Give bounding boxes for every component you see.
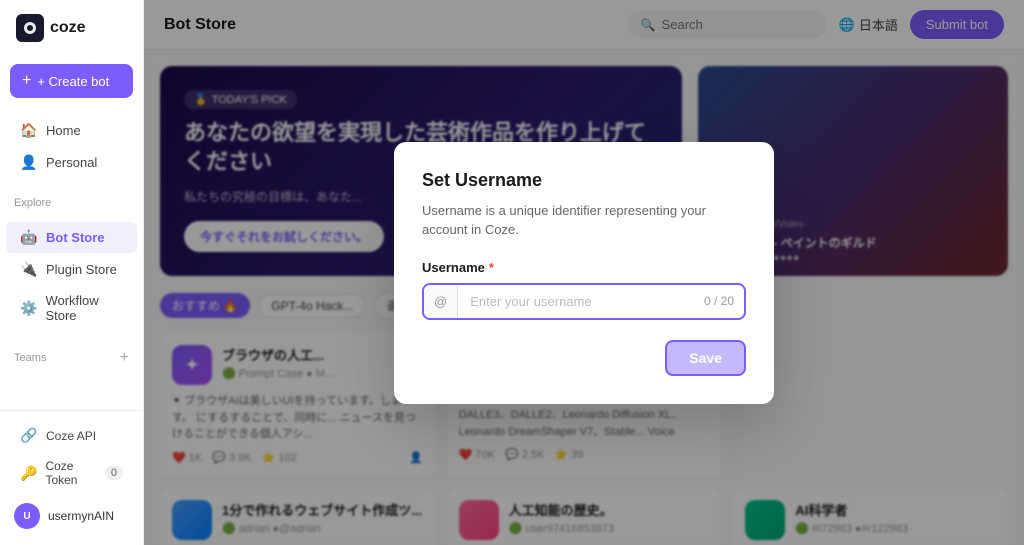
sidebar-item-workflow-store-label: Workflow Store (45, 293, 123, 323)
set-username-modal: Set Username Username is a unique identi… (394, 142, 774, 404)
workflow-icon: ⚙️ (20, 300, 37, 317)
sidebar-bottom: 🔗 Coze API 🔑 Coze Token 0 U usermynAIN (0, 410, 143, 545)
sidebar-item-api-label: Coze API (46, 429, 96, 443)
sidebar-item-plugin-store-label: Plugin Store (46, 262, 117, 277)
modal-username-label: Username * (422, 260, 746, 275)
sidebar-item-home-label: Home (46, 123, 81, 138)
modal-input-wrapper: @ 0 / 20 (422, 283, 746, 320)
teams-label: Teams (14, 352, 46, 364)
teams-section-header: Teams + (0, 339, 143, 371)
token-icon: 🔑 (20, 465, 37, 482)
modal-title: Set Username (422, 170, 746, 191)
sidebar-item-plugin-store[interactable]: 🔌 Plugin Store (6, 254, 137, 285)
sidebar-item-personal[interactable]: 👤 Personal (6, 147, 137, 178)
sidebar-item-home[interactable]: 🏠 Home (6, 115, 137, 146)
avatar: U (14, 503, 40, 529)
sidebar-item-bot-store[interactable]: 🤖 Bot Store (6, 222, 137, 253)
sidebar-item-token-label: Coze Token (45, 459, 96, 487)
save-button[interactable]: Save (665, 340, 746, 376)
char-count: 0 / 20 (694, 285, 744, 317)
sidebar-item-token[interactable]: 🔑 Coze Token 0 (6, 452, 137, 494)
bot-store-icon: 🤖 (20, 229, 38, 246)
main-content: Bot Store 🔍 🌐 日本語 Submit bot 🥇 TODAY'S P… (144, 0, 1024, 545)
sidebar-item-api[interactable]: 🔗 Coze API (6, 420, 137, 451)
add-team-button[interactable]: + (120, 349, 129, 367)
personal-icon: 👤 (20, 154, 38, 171)
plus-icon: + (22, 72, 31, 90)
home-icon: 🏠 (20, 122, 38, 139)
main-nav: 🏠 Home 👤 Personal (0, 106, 143, 187)
username-input[interactable] (458, 285, 694, 318)
avatar-initials: U (23, 511, 30, 522)
sidebar-item-workflow-store[interactable]: ⚙️ Workflow Store (6, 286, 137, 330)
modal-actions: Save (422, 340, 746, 376)
sidebar: coze + + Create bot 🏠 Home 👤 Personal Ex… (0, 0, 144, 545)
sidebar-item-personal-label: Personal (46, 155, 97, 170)
logo: coze (0, 0, 143, 56)
logo-icon (16, 14, 44, 42)
user-row[interactable]: U usermynAIN (0, 495, 143, 537)
username: usermynAIN (48, 509, 114, 523)
api-icon: 🔗 (20, 427, 38, 444)
plugin-icon: 🔌 (20, 261, 38, 278)
token-badge: 0 (105, 466, 123, 480)
modal-description: Username is a unique identifier represen… (422, 201, 746, 240)
logo-text: coze (50, 19, 86, 37)
modal-overlay: Set Username Username is a unique identi… (144, 0, 1024, 545)
required-mark: * (489, 260, 494, 275)
input-prefix: @ (424, 285, 458, 318)
explore-section-label: Explore (0, 187, 143, 213)
explore-nav: 🤖 Bot Store 🔌 Plugin Store ⚙️ Workflow S… (0, 213, 143, 339)
sidebar-item-bot-store-label: Bot Store (46, 230, 105, 245)
create-bot-button[interactable]: + + Create bot (10, 64, 133, 98)
create-bot-label: + Create bot (37, 74, 109, 89)
